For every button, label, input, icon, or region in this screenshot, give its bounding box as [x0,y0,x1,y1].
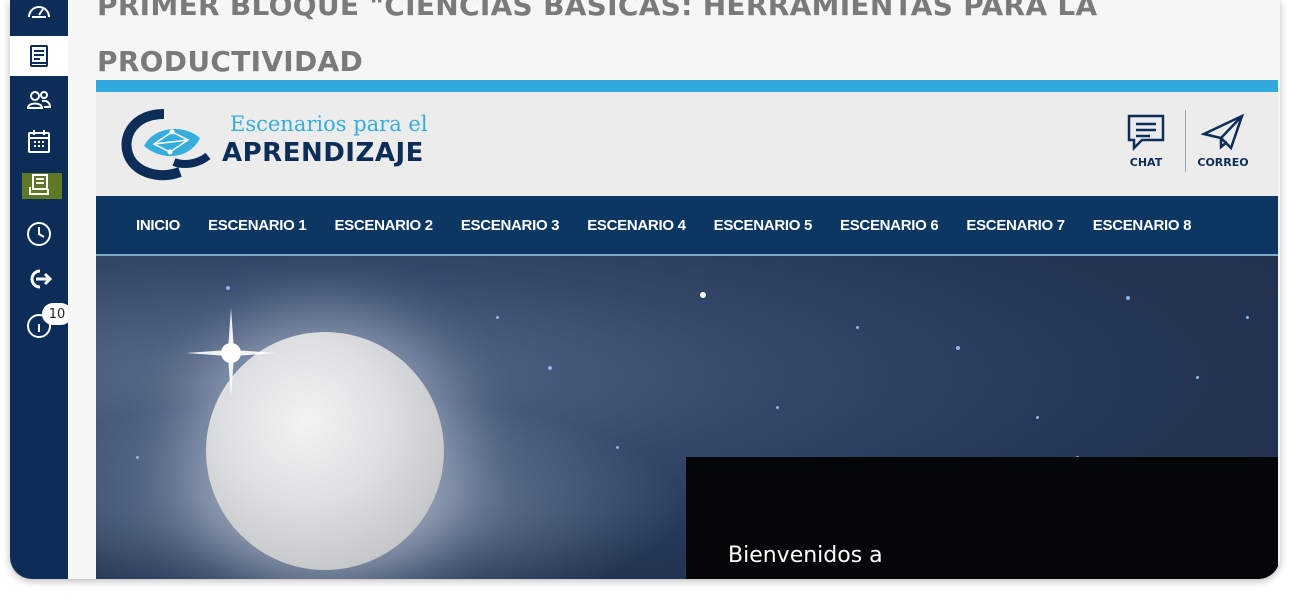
star [1126,296,1130,300]
logo-text-main: APRENDIZAJE [222,138,424,168]
logo-text-top: Escenarios para el [230,112,428,136]
nav-escenario-5[interactable]: ESCENARIO 5 [714,217,813,234]
star [496,316,499,319]
mail-label: CORREO [1197,156,1249,169]
main-content: PRIMER BLOQUE "CIENCIAS BÁSICAS: HERRAMI… [68,0,1280,579]
speedometer-icon [28,6,50,18]
nav-escenario-8[interactable]: ESCENARIO 8 [1093,217,1192,234]
chat-icon [1127,114,1165,152]
welcome-panel: Bienvenidos a [686,457,1278,579]
star [856,326,859,329]
book-icon [30,45,48,67]
nav-inicio[interactable]: INICIO [136,217,180,234]
sidebar-item-dashboard[interactable] [10,0,68,32]
accent-bar [96,80,1278,92]
star [1036,416,1039,419]
light-flare [186,308,276,398]
star [548,366,552,370]
hero-banner: Bienvenidos a [96,256,1278,579]
star [1246,316,1249,319]
sidebar-item-logout[interactable] [10,259,68,299]
star [956,346,960,350]
nav-escenario-3[interactable]: ESCENARIO 3 [461,217,560,234]
star [1196,376,1199,379]
sidebar-item-calendar[interactable] [10,122,68,162]
logo-icon [121,109,211,181]
exit-icon [30,269,53,289]
nav-escenario-6[interactable]: ESCENARIO 6 [840,217,939,234]
nav-escenario-1[interactable]: ESCENARIO 1 [208,217,307,234]
users-icon [26,91,52,109]
star [226,286,230,290]
embedded-site: Escenarios para el APRENDIZAJE CHAT CORR… [96,80,1278,579]
mail-button[interactable]: CORREO [1191,112,1255,178]
nav-escenario-2[interactable]: ESCENARIO 2 [334,217,433,234]
nav-escenario-4[interactable]: ESCENARIO 4 [587,217,686,234]
chat-label: CHAT [1129,156,1163,169]
site-nav: INICIO ESCENARIO 1 ESCENARIO 2 ESCENARIO… [96,196,1278,256]
sidebar: 10 [10,0,72,579]
sidebar-item-history[interactable] [10,214,68,254]
nav-escenario-7[interactable]: ESCENARIO 7 [966,217,1065,234]
clock-icon [27,222,51,246]
page-title: PRIMER BLOQUE "CIENCIAS BÁSICAS: HERRAMI… [97,0,1098,78]
calendar-icon [28,130,50,153]
star [700,292,706,298]
site-header: Escenarios para el APRENDIZAJE CHAT CORR… [96,92,1278,196]
star [136,456,139,459]
star [776,406,779,409]
sidebar-item-users[interactable] [10,80,68,120]
stack-icon [29,174,49,195]
chat-button[interactable]: CHAT [1114,112,1178,178]
paper-plane-icon [1201,113,1245,151]
sidebar-item-courses[interactable] [10,36,68,76]
header-divider [1185,110,1186,172]
welcome-text: Bienvenidos a [728,543,883,568]
app-window: 10 PRIMER BLOQUE "CIENCIAS BÁSICAS: HERR… [10,0,1280,579]
star [616,446,619,449]
sidebar-item-tasks[interactable] [10,165,68,205]
